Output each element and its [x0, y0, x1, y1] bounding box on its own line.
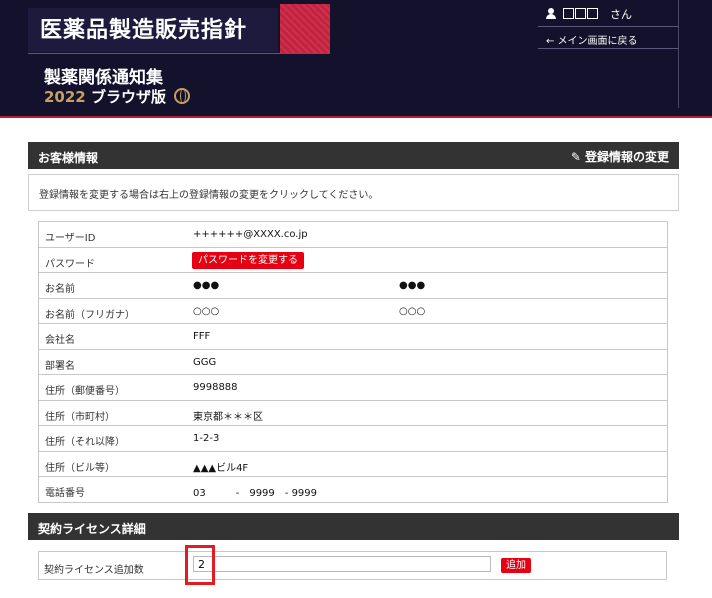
- table-row: お名前 ●●● ●●●: [39, 273, 667, 299]
- row-label: 住所（それ以降）: [45, 437, 125, 448]
- table-row: 電話番号 03 - 9999 - 9999: [39, 477, 667, 503]
- row-value: 1-2-3: [193, 433, 220, 444]
- row-label: 部署名: [45, 360, 75, 372]
- row-value: FFF: [193, 331, 211, 342]
- row-value: ▲▲▲ビル4F: [193, 462, 249, 474]
- edition-year: 2022: [44, 88, 86, 106]
- edit-registration-label: 登録情報の変更: [584, 150, 669, 164]
- app-header: 医薬品製造販売指針 製薬関係通知集 2022 ブラウザ版 さん ← メイン画面に…: [0, 0, 712, 116]
- license-add-label: 契約ライセンス追加数: [44, 565, 144, 576]
- back-to-main-link[interactable]: ← メイン画面に戻る: [546, 32, 638, 47]
- table-row: 部署名 GGG: [39, 350, 667, 375]
- user-name-suffix: さん: [610, 8, 632, 21]
- user-name-placeholder-box: [562, 8, 574, 19]
- app-title: 医薬品製造販売指針: [40, 18, 248, 43]
- table-row: 住所（それ以降） 1-2-3: [39, 426, 667, 452]
- title-divider: [28, 53, 330, 54]
- table-row: 住所（市町村） 東京都＊＊＊区: [39, 401, 667, 426]
- license-section-header: 契約ライセンス詳細: [28, 513, 679, 540]
- first-name-value: ●●●: [399, 280, 426, 291]
- divider: [538, 48, 678, 49]
- edit-registration-link[interactable]: ✎ 登録情報の変更: [571, 148, 669, 165]
- license-count-input[interactable]: [193, 556, 491, 572]
- highlight-box: [185, 545, 215, 585]
- license-table: 契約ライセンス追加数 追加: [38, 551, 667, 580]
- notice-box: 登録情報を変更する場合は右上の登録情報の変更をクリックしてください。: [28, 174, 679, 211]
- globe-icon: [174, 88, 191, 104]
- row-label: 住所（郵便番号）: [45, 386, 125, 397]
- row-label: 電話番号: [45, 488, 85, 499]
- table-row: パスワード パスワードを変更する: [39, 248, 667, 273]
- row-value: 03 - 9999 - 9999: [193, 488, 318, 499]
- table-row: 住所（郵便番号） 9998888: [39, 375, 667, 401]
- user-panel: さん ← メイン画面に戻る: [538, 0, 679, 108]
- row-value: GGG: [193, 356, 217, 368]
- customer-info-table: ユーザーID ++++++@XXXX.co.jp パスワード パスワードを変更す…: [38, 221, 668, 503]
- pencil-icon: ✎: [570, 150, 581, 164]
- section-title: 契約ライセンス詳細: [38, 522, 146, 536]
- user-icon: [546, 8, 556, 19]
- row-value: 9998888: [193, 382, 238, 393]
- first-name-kana-value: ○○○: [399, 305, 426, 317]
- notice-text: 登録情報を変更する場合は右上の登録情報の変更をクリックしてください。: [39, 190, 379, 201]
- section-title: お客様情報: [38, 151, 99, 165]
- table-row: お名前（フリガナ） ○○○ ○○○: [39, 299, 667, 324]
- app-subtitle: 製薬関係通知集: [44, 68, 163, 88]
- last-name-value: ●●●: [193, 280, 220, 291]
- row-value: ++++++@XXXX.co.jp: [193, 229, 308, 240]
- edition-type: ブラウザ版: [90, 88, 166, 106]
- row-value: 東京都＊＊＊区: [193, 411, 263, 423]
- row-label: 住所（市町村）: [45, 411, 115, 423]
- customer-section-header: お客様情報 ✎ 登録情報の変更: [28, 142, 679, 169]
- user-name-placeholder-box: [574, 8, 586, 19]
- title-accent-square: [280, 4, 330, 54]
- row-label: お名前（フリガナ）: [45, 309, 135, 321]
- last-name-kana-value: ○○○: [193, 305, 220, 317]
- divider: [538, 26, 678, 27]
- change-password-button[interactable]: パスワードを変更する: [192, 251, 304, 269]
- row-label: お名前: [45, 284, 75, 295]
- row-label: 会社名: [45, 335, 75, 346]
- user-name: さん: [546, 6, 632, 22]
- row-label: ユーザーID: [45, 233, 96, 244]
- row-label: 住所（ビル等）: [45, 462, 115, 474]
- user-name-placeholder-box: [586, 8, 598, 19]
- table-row: 会社名 FFF: [39, 324, 667, 350]
- table-row: ユーザーID ++++++@XXXX.co.jp: [39, 222, 667, 248]
- add-license-button[interactable]: 追加: [501, 558, 531, 573]
- row-label: パスワード: [45, 258, 95, 270]
- edition-label: 2022 ブラウザ版: [44, 86, 191, 107]
- table-row: 住所（ビル等） ▲▲▲ビル4F: [39, 452, 667, 477]
- header-accent-line: [0, 116, 712, 118]
